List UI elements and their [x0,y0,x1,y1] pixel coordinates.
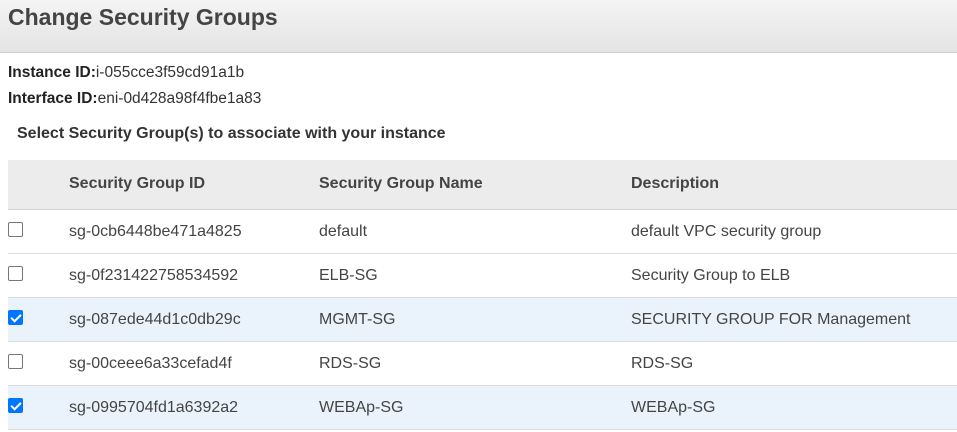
security-group-description: RDS-SG [631,355,694,372]
interface-id-value: eni-0d428a98f4fbe1a83 [97,90,262,107]
security-group-id: sg-0995704fd1a6392a2 [69,399,239,416]
row-checkbox[interactable] [8,266,23,281]
security-group-name: WEBAp-SG [319,399,404,416]
interface-id-line: Interface ID:eni-0d428a98f4fbe1a83 [8,90,261,108]
table-row[interactable]: sg-0f231422758534592 ELB-SG Security Gro… [8,254,957,298]
instruction-text: Select Security Group(s) to associate wi… [17,125,446,142]
table-header-row: Security Group ID Security Group Name De… [8,160,957,210]
instance-id-line: Instance ID:i-055cce3f59cd91a1b [8,64,244,82]
table-row[interactable]: sg-087ede44d1c0db29c MGMT-SG SECURITY GR… [8,298,957,342]
security-group-id: sg-0f231422758534592 [69,267,239,284]
interface-id-label: Interface ID: [8,90,98,107]
table-row[interactable]: sg-0995704fd1a6392a2 WEBAp-SG WEBAp-SG [8,386,957,430]
row-checkbox[interactable] [8,310,23,325]
security-groups-table: Security Group ID Security Group Name De… [8,160,957,430]
security-group-name: default [319,223,368,240]
row-checkbox[interactable] [8,354,23,369]
security-group-id: sg-087ede44d1c0db29c [69,311,241,328]
security-group-id: sg-0cb6448be471a4825 [69,223,242,240]
security-group-name: ELB-SG [319,267,378,284]
column-header-name[interactable]: Security Group Name [319,175,483,193]
row-checkbox[interactable] [8,222,23,237]
table-row[interactable]: sg-00ceee6a33cefad4f RDS-SG RDS-SG [8,342,957,386]
security-group-description: default VPC security group [631,223,822,240]
instance-id-value: i-055cce3f59cd91a1b [95,64,245,81]
security-group-id: sg-00ceee6a33cefad4f [69,355,232,372]
column-header-id[interactable]: Security Group ID [69,175,205,193]
security-group-name: RDS-SG [319,355,382,372]
row-checkbox[interactable] [8,398,23,413]
instance-id-label: Instance ID: [8,64,96,81]
column-header-description[interactable]: Description [631,175,719,193]
table-row[interactable]: sg-0cb6448be471a4825 default default VPC… [8,210,957,254]
dialog-header: Change Security Groups [0,0,957,53]
dialog-title: Change Security Groups [8,4,278,30]
security-group-description: WEBAp-SG [631,399,716,416]
security-group-description: Security Group to ELB [631,267,791,284]
security-group-description: SECURITY GROUP FOR Management [631,311,911,328]
security-group-name: MGMT-SG [319,311,396,328]
